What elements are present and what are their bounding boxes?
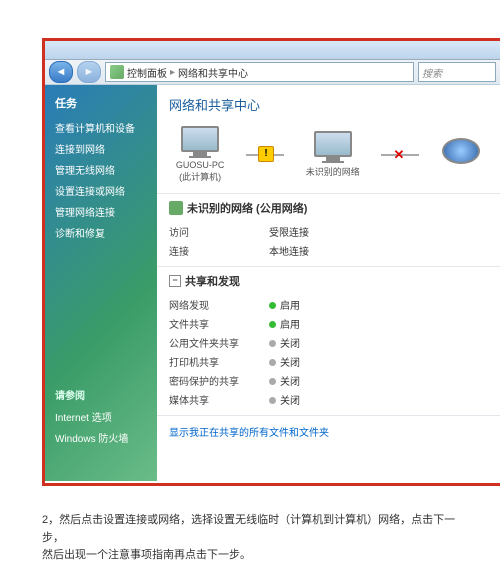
see-internet[interactable]: Internet 选项 bbox=[45, 406, 157, 427]
link-warning-icon bbox=[246, 154, 284, 156]
node-this-pc: GUOSU-PC (此计算机) bbox=[176, 126, 225, 183]
page-title: 网络和共享中心 bbox=[157, 85, 500, 122]
status-dot bbox=[269, 340, 276, 347]
status-dot bbox=[269, 378, 276, 385]
collapse-icon[interactable]: − bbox=[169, 275, 181, 287]
section-footer: 显示我正在共享的所有文件和文件夹 bbox=[157, 415, 500, 447]
main-panel: 网络和共享中心 GUOSU-PC (此计算机) 未识别的网络 未识别的网络 (公… bbox=[157, 85, 500, 481]
node-unknown: 未识别的网络 bbox=[306, 131, 360, 178]
crumb-b[interactable]: 网络和共享中心 bbox=[178, 65, 248, 80]
sidebar-item-manage[interactable]: 管理网络连接 bbox=[45, 201, 157, 222]
share-row: 打印机共享关闭 bbox=[169, 352, 488, 371]
computer-icon bbox=[313, 131, 353, 163]
tasks-heading: 任务 bbox=[45, 91, 157, 117]
globe-icon bbox=[441, 138, 481, 170]
status-dot bbox=[269, 321, 276, 328]
network-diagram: GUOSU-PC (此计算机) 未识别的网络 bbox=[157, 122, 500, 193]
sidebar-item-diagnose[interactable]: 诊断和修复 bbox=[45, 222, 157, 243]
node-internet bbox=[441, 138, 481, 172]
address-bar: ◄ ► 控制面板 ▸ 网络和共享中心 搜索 bbox=[45, 60, 500, 85]
breadcrumb[interactable]: 控制面板 ▸ 网络和共享中心 bbox=[105, 62, 414, 82]
status-dot bbox=[269, 359, 276, 366]
link-error-icon bbox=[381, 154, 419, 156]
crumb-sep: ▸ bbox=[170, 67, 175, 78]
titlebar bbox=[45, 41, 500, 60]
share-row: 媒体共享关闭 bbox=[169, 390, 488, 409]
see-also-heading: 请参阅 bbox=[45, 383, 157, 406]
section-unknown-network: 未识别的网络 (公用网络) 访问受限连接 连接本地连接 bbox=[157, 193, 500, 266]
share-row: 网络发现启用 bbox=[169, 295, 488, 314]
sidebar-item-connect[interactable]: 连接到网络 bbox=[45, 138, 157, 159]
back-button[interactable]: ◄ bbox=[49, 61, 73, 83]
see-firewall[interactable]: Windows 防火墙 bbox=[45, 427, 157, 448]
show-shared-link[interactable]: 显示我正在共享的所有文件和文件夹 bbox=[169, 422, 488, 441]
sidebar-item-devices[interactable]: 查看计算机和设备 bbox=[45, 117, 157, 138]
instruction-text: 2，然后点击设置连接或网络，选择设置无线临时（计算机到计算机）网络，点击下一步，… bbox=[42, 512, 470, 565]
sidebar: 任务 查看计算机和设备 连接到网络 管理无线网络 设置连接或网络 管理网络连接 … bbox=[45, 85, 157, 481]
search-input[interactable]: 搜索 bbox=[418, 62, 496, 82]
section-sharing: −共享和发现 网络发现启用文件共享启用公用文件夹共享关闭打印机共享关闭密码保护的… bbox=[157, 266, 500, 415]
share-row: 公用文件夹共享关闭 bbox=[169, 333, 488, 352]
window: ◄ ► 控制面板 ▸ 网络和共享中心 搜索 任务 查看计算机和设备 连接到网络 … bbox=[42, 38, 500, 486]
status-dot bbox=[269, 397, 276, 404]
crumb-a[interactable]: 控制面板 bbox=[127, 65, 167, 80]
share-row: 文件共享启用 bbox=[169, 314, 488, 333]
sidebar-item-setup[interactable]: 设置连接或网络 bbox=[45, 180, 157, 201]
panel-icon bbox=[110, 65, 124, 79]
share-row: 密码保护的共享关闭 bbox=[169, 371, 488, 390]
computer-icon bbox=[180, 126, 220, 158]
network-icon bbox=[169, 201, 183, 215]
status-dot bbox=[269, 302, 276, 309]
sidebar-item-wireless[interactable]: 管理无线网络 bbox=[45, 159, 157, 180]
forward-button[interactable]: ► bbox=[77, 61, 101, 83]
